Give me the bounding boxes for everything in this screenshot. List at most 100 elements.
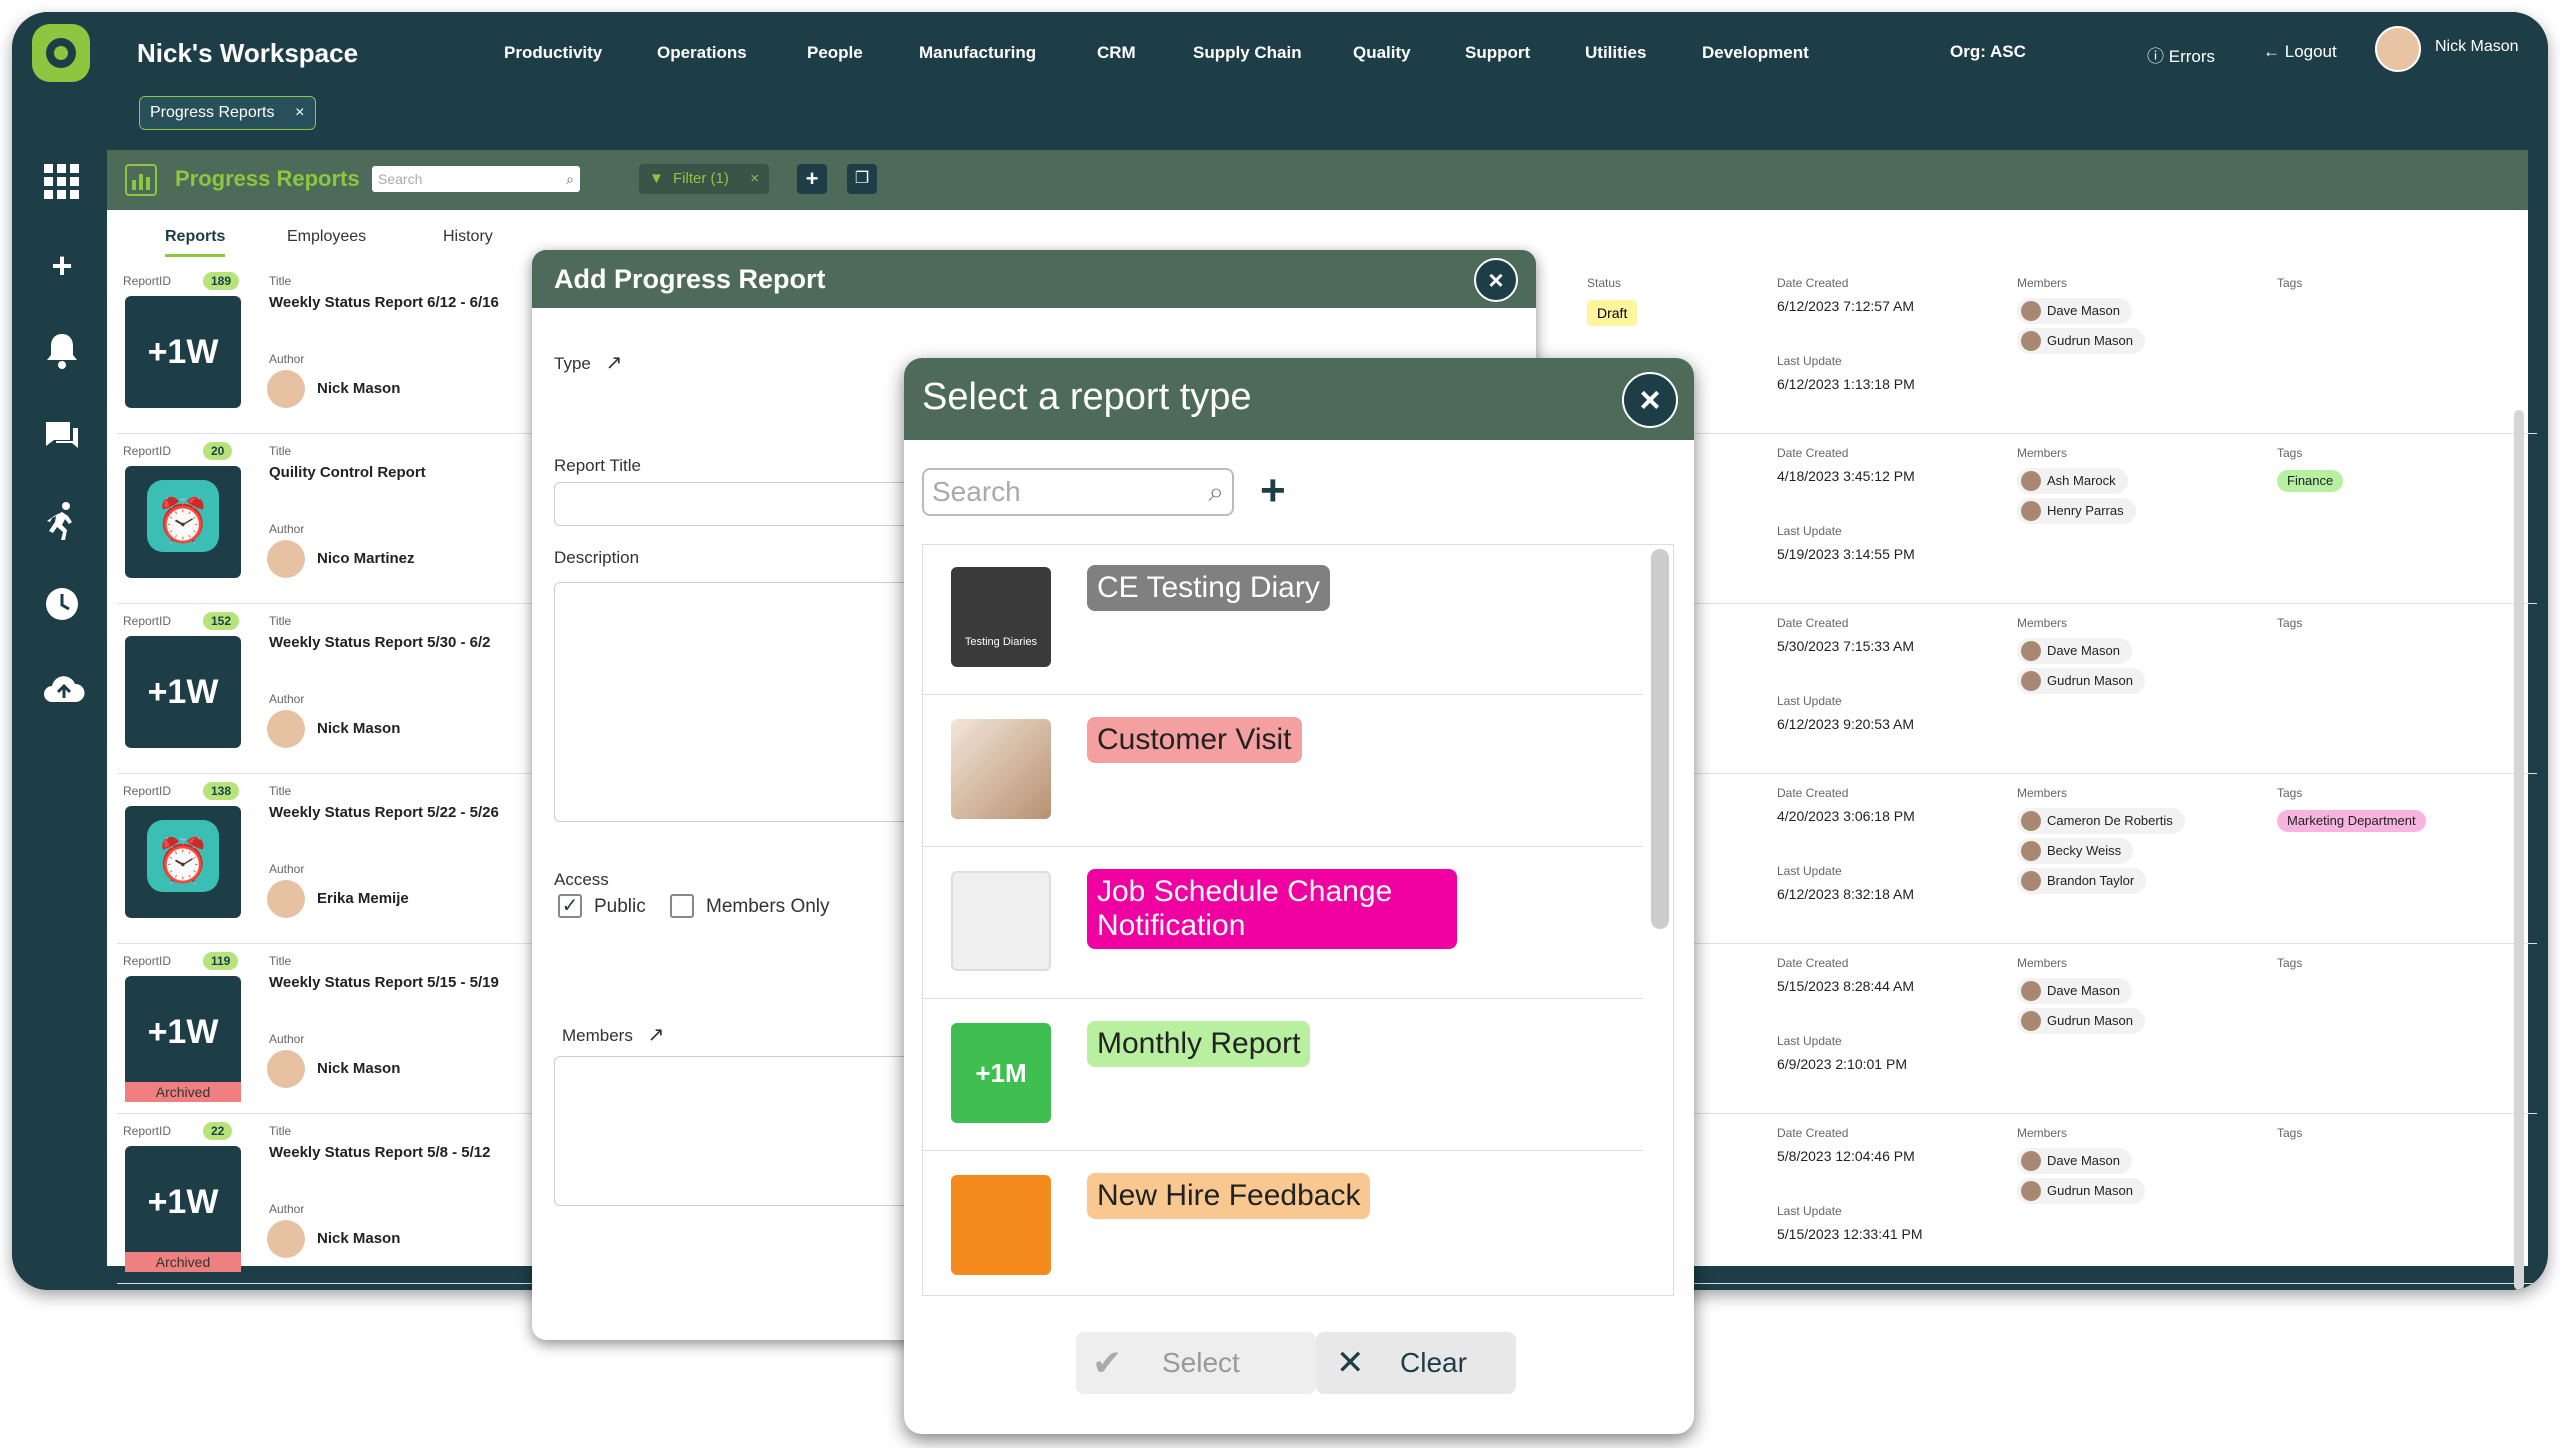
tag-chip[interactable]: Marketing Department [2277,810,2426,832]
member-chip[interactable]: Brandon Taylor [2017,868,2147,894]
report-title[interactable]: Quility Control Report [269,464,426,481]
member-chip[interactable]: Dave Mason [2017,638,2132,664]
author-avatar [267,880,305,918]
external-link-icon[interactable]: ↗ [606,352,623,374]
report-title-label: Report Title [554,456,641,475]
search-icon[interactable]: ⌕ [1208,470,1224,514]
report-type-item[interactable]: New Hire Feedback [923,1153,1643,1295]
author-avatar [267,710,305,748]
report-type-item[interactable]: +1M Monthly Report [923,1001,1643,1151]
type-image-text: +1M [975,1058,1027,1088]
report-title[interactable]: Weekly Status Report 6/12 - 6/16 [269,294,499,311]
tab-employees[interactable]: Employees [287,228,366,246]
bar-chart-icon [125,164,157,196]
member-chip[interactable]: Ash Marock [2017,468,2128,494]
activity-running-icon[interactable] [42,500,82,540]
type-label-text: Type [554,354,591,373]
member-chip[interactable]: Dave Mason [2017,978,2132,1004]
nav-development[interactable]: Development [1702,43,1809,63]
nav-utilities[interactable]: Utilities [1585,43,1646,63]
thumb-text: +1W [147,673,219,711]
filter-button[interactable]: ▼ Filter (1) × [639,164,769,194]
last-update-label: Last Update [1777,864,1842,878]
report-title[interactable]: Weekly Status Report 5/30 - 6/2 [269,634,490,651]
member-chip[interactable]: Cameron De Robertis [2017,808,2185,834]
author-avatar [267,1220,305,1258]
nav-manufacturing[interactable]: Manufacturing [919,43,1036,63]
add-icon[interactable]: + [42,246,82,286]
close-select-modal-button[interactable]: × [1622,372,1678,428]
type-label: Type ↗ [554,350,622,375]
members-only-checkbox[interactable] [670,894,694,918]
public-label: Public [594,896,646,917]
tab-history[interactable]: History [443,228,493,246]
archived-badge: Archived [125,1082,241,1102]
nav-productivity[interactable]: Productivity [504,43,602,63]
date-created-value: 4/20/2023 3:06:18 PM [1777,808,1915,824]
report-type-item[interactable]: Customer Visit [923,697,1643,847]
report-type-item[interactable]: Job Schedule Change Notification [923,849,1643,999]
reportid-label: ReportID [123,954,172,968]
toolbar-search-input[interactable]: Search ⌕ [372,166,580,192]
member-chip[interactable]: Dave Mason [2017,1148,2132,1174]
member-chip[interactable]: Gudrun Mason [2017,1008,2145,1034]
report-type-scrollbar[interactable] [1651,549,1669,929]
clear-filter-icon[interactable]: × [750,164,759,194]
members-only-label: Members Only [706,896,830,917]
report-title[interactable]: Weekly Status Report 5/15 - 5/19 [269,974,499,991]
modal-header: Add Progress Report [532,250,1536,308]
copy-icon[interactable]: ❐ [847,164,877,194]
member-chip[interactable]: Becky Weiss [2017,838,2134,864]
errors-link[interactable]: ⓘ Errors [2147,42,2215,67]
clear-button[interactable]: ✕ Clear [1316,1332,1516,1394]
public-checkbox[interactable]: ✓ [558,894,582,918]
report-type-item[interactable]: Testing Diaries CE Testing Diary [923,545,1643,695]
search-icon[interactable]: ⌕ [566,166,574,192]
tag-chip[interactable]: Finance [2277,470,2344,492]
nav-support[interactable]: Support [1465,43,1530,63]
apps-grid-icon[interactable] [42,162,82,202]
testing-diary-icon: Testing Diaries [951,567,1051,667]
nav-operations[interactable]: Operations [657,43,747,63]
nav-supply-chain[interactable]: Supply Chain [1193,43,1302,63]
member-chip[interactable]: Henry Parras [2017,498,2136,524]
tab-reports[interactable]: Reports [165,228,226,257]
clock-icon[interactable] [42,584,82,624]
nav-people[interactable]: People [807,43,863,63]
close-add-modal-button[interactable]: × [1474,258,1518,302]
author-avatar [267,1050,305,1088]
nav-quality[interactable]: Quality [1353,43,1411,63]
members-label: Members [2017,446,2068,460]
org-indicator[interactable]: Org: ASC [1950,42,2026,62]
author-label: Author [269,1202,305,1216]
notifications-bell-icon[interactable] [42,330,82,370]
close-tab-icon[interactable]: × [295,97,304,129]
user-name[interactable]: Nick Mason [2435,38,2519,56]
nav-crm[interactable]: CRM [1097,43,1136,63]
external-link-icon[interactable]: ↗ [648,1024,665,1046]
user-avatar[interactable] [2375,26,2421,72]
type-image-text: Testing Diaries [964,636,1038,648]
cloud-upload-icon[interactable] [42,670,85,710]
member-chip[interactable]: Gudrun Mason [2017,668,2145,694]
date-created-value: 5/8/2023 12:04:46 PM [1777,1148,1915,1164]
add-report-button[interactable]: + [797,164,827,194]
member-chip[interactable]: Gudrun Mason [2017,328,2145,354]
members-label-text: Members [562,1026,633,1045]
last-update-value: 6/9/2023 2:10:01 PM [1777,1056,1907,1072]
report-title[interactable]: Weekly Status Report 5/8 - 5/12 [269,1144,490,1161]
open-tab-progress-reports[interactable]: Progress Reports × [139,96,316,130]
chat-icon[interactable] [42,416,82,456]
logout-link[interactable]: ← Logout [2263,42,2337,62]
module-title: Progress Reports [175,166,360,191]
module-toolbar: Progress Reports Search ⌕ ▼ Filter (1) ×… [107,150,2528,210]
add-report-type-button[interactable]: + [1260,466,1286,516]
errors-label: Errors [2168,47,2216,66]
select-button[interactable]: ✔ Select [1076,1332,1316,1394]
report-type-search-input[interactable]: Search ⌕ [922,468,1234,516]
member-chip[interactable]: Gudrun Mason [2017,1178,2145,1204]
app-logo[interactable] [32,24,90,82]
report-title[interactable]: Weekly Status Report 5/22 - 5/26 [269,804,499,821]
member-chip[interactable]: Dave Mason [2017,298,2132,324]
main-scrollbar[interactable] [2514,410,2524,1290]
